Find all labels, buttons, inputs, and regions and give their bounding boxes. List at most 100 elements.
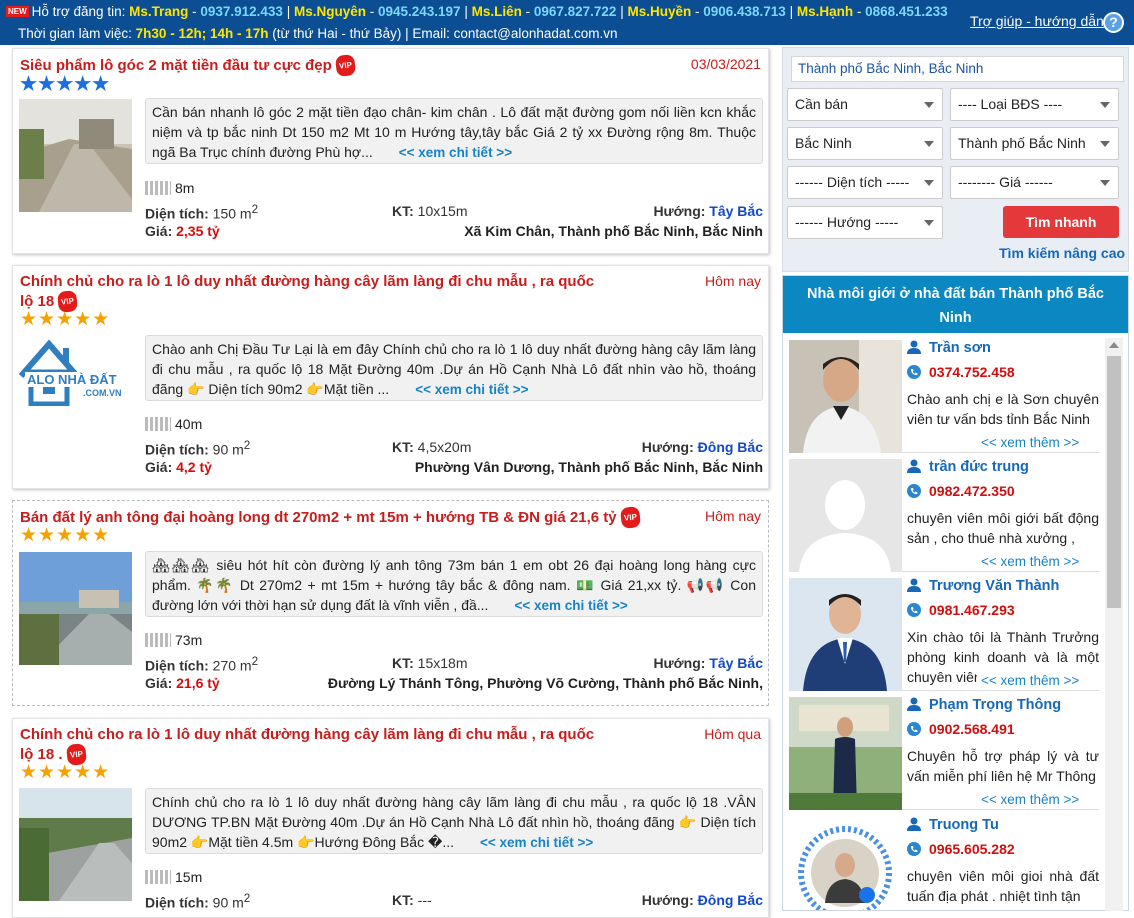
road-width: 8m: [145, 180, 194, 196]
direction-select[interactable]: ------ Hướng -----: [787, 206, 943, 239]
location-input[interactable]: Thành phố Bắc Ninh, Bắc Ninh: [791, 56, 1124, 82]
broker-more-link[interactable]: << xem thêm >>: [977, 435, 1086, 450]
broker-phone[interactable]: 0982.472.350: [907, 483, 1015, 499]
advanced-search-link[interactable]: Tìm kiếm nâng cao: [999, 245, 1125, 261]
broker-avatar[interactable]: [789, 817, 902, 910]
listing-description: 🏘🏘🏘 siêu hót hít còn đường lý anh tông 7…: [145, 551, 763, 617]
listing-address: Xã Kim Chân, Thành phố Bắc Ninh, Bắc Nin…: [464, 223, 763, 239]
broker-phone[interactable]: 0981.467.293: [907, 602, 1015, 618]
vip-badge: VIP: [334, 54, 356, 77]
broker-more-link[interactable]: << xem thêm >>: [977, 792, 1086, 807]
listing-description: Chính chủ cho ra lò 1 lô duy nhất đường …: [145, 788, 763, 854]
contact-name: Ms.Trang: [129, 4, 189, 19]
broker-item[interactable]: Trương Văn Thành 0981.467.293 Xin chào t…: [789, 578, 1099, 691]
area-select[interactable]: ------ Diện tích -----: [787, 166, 943, 199]
broker-more-link[interactable]: << xem thêm >>: [977, 554, 1086, 569]
listing-info-row: Diện tích: 90 m2 KT: 4,5x20m Hướng: Đông…: [145, 439, 763, 458]
listing-date: Hôm qua: [704, 726, 761, 742]
listing-thumbnail[interactable]: [19, 552, 132, 665]
phone-icon: [907, 722, 921, 736]
transaction-select[interactable]: Cần bán: [787, 88, 943, 121]
listing-card[interactable]: Chính chủ cho ra lò 1 lô duy nhất đường …: [12, 718, 769, 918]
district-select[interactable]: Thành phố Bắc Ninh: [950, 127, 1119, 160]
quick-search-button[interactable]: Tìm nhanh: [1003, 206, 1119, 238]
broker-scrollbar[interactable]: [1105, 338, 1123, 911]
broker-phone[interactable]: 0902.568.491: [907, 721, 1015, 737]
broker-description: chuyên viên môi gioi nhà đất tuấn địa ph…: [907, 868, 1099, 904]
broker-item[interactable]: Phạm Trọng Thông 0902.568.491 Chuyên hỗ …: [789, 697, 1099, 810]
rating-stars: ★★★★★: [20, 762, 111, 783]
listing-price-row: Giá: 2,35 tỷ Xã Kim Chân, Thành phố Bắc …: [145, 223, 763, 239]
vip-badge: VIP: [619, 506, 641, 529]
new-badge: NEW: [6, 6, 29, 17]
broker-avatar[interactable]: [789, 697, 902, 810]
broker-avatar[interactable]: [789, 340, 902, 453]
listing-date: 03/03/2021: [690, 56, 761, 72]
broker-phone[interactable]: 0374.752.458: [907, 364, 1015, 380]
help-icon[interactable]: ?: [1103, 12, 1124, 33]
contact-name: Ms.Huyền: [627, 4, 692, 19]
listing-thumbnail[interactable]: ALO NHÀ ĐẤT .COM.VN: [19, 334, 132, 447]
contact-name: Ms.Liên: [471, 4, 522, 19]
listing-price-row: Giá: 4,2 tỷ Phường Vân Dương, Thành phố …: [145, 459, 763, 475]
direction-value: Đông Bắc: [697, 892, 763, 908]
broker-name[interactable]: trần đức trung: [907, 459, 1029, 475]
broker-more-link[interactable]: << xem thêm >>: [977, 673, 1086, 688]
listing-thumbnail[interactable]: [19, 788, 132, 901]
view-detail-link[interactable]: << xem chi tiết >>: [514, 598, 627, 613]
area-value: 90 m: [212, 894, 244, 911]
listing-card[interactable]: Bán đất lý anh tông đại hoàng long dt 27…: [12, 500, 769, 706]
scroll-up-arrow-icon[interactable]: [1109, 342, 1119, 348]
broker-name[interactable]: Phạm Trọng Thông: [907, 697, 1061, 713]
listing-thumbnail[interactable]: [19, 99, 132, 212]
road-width-icon: [145, 417, 171, 431]
user-icon: [907, 817, 921, 831]
listing-title[interactable]: Siêu phẩm lô góc 2 mặt tiền đầu tư cực đ…: [20, 54, 610, 77]
price-select[interactable]: -------- Giá ------: [950, 166, 1119, 199]
view-detail-link[interactable]: << xem chi tiết >>: [399, 145, 512, 160]
contact-phone[interactable]: 0945.243.197: [378, 4, 461, 19]
view-detail-link[interactable]: << xem chi tiết >>: [480, 835, 593, 850]
rating-stars: ★★★★★: [20, 309, 111, 330]
listing-date: Hôm nay: [704, 273, 761, 289]
phone-icon: [907, 365, 921, 379]
listing-title[interactable]: Chính chủ cho ra lò 1 lô duy nhất đường …: [20, 272, 610, 313]
support-line: NEW Hỗ trợ đăng tin: Ms.Trang - 0937.912.…: [6, 4, 948, 19]
user-icon: [907, 697, 921, 711]
listing-title[interactable]: Chính chủ cho ra lò 1 lô duy nhất đường …: [20, 725, 610, 766]
broker-phone[interactable]: 0965.605.282: [907, 841, 1015, 857]
contact-phone[interactable]: 0967.827.722: [534, 4, 617, 19]
hours-line: Thời gian làm việc: 7h30 - 12h; 14h - 17…: [18, 26, 617, 41]
broker-item[interactable]: trần đức trung 0982.472.350 chuyên viên …: [789, 459, 1099, 572]
property-type-select[interactable]: ---- Loại BĐS ----: [950, 88, 1119, 121]
scrollbar-thumb[interactable]: [1107, 356, 1121, 608]
contact-phone[interactable]: 0868.451.233: [865, 4, 948, 19]
area-value: 270 m: [212, 657, 252, 674]
broker-name[interactable]: Trần sơn: [907, 340, 991, 356]
chevron-down-icon: [924, 141, 934, 147]
listing-address: Đường Lý Thánh Tông, Phường Võ Cường, Th…: [327, 675, 763, 691]
rating-stars: ★★★★★: [20, 525, 111, 546]
province-select[interactable]: Bắc Ninh: [787, 127, 943, 160]
direction-value: Tây Bắc: [709, 203, 763, 219]
listing-card[interactable]: Siêu phẩm lô góc 2 mặt tiền đầu tư cực đ…: [12, 48, 769, 254]
hours-value: 7h30 - 12h; 14h - 17h: [135, 26, 269, 41]
help-link[interactable]: Trợ giúp - hướng dẫn: [970, 13, 1104, 29]
broker-name[interactable]: Trương Văn Thành: [907, 578, 1059, 594]
contact-phone[interactable]: 0937.912.433: [200, 4, 283, 19]
listing-info-row: Diện tích: 90 m2 KT: --- Hướng: Đông Bắc: [145, 892, 763, 911]
chevron-down-icon: [1100, 102, 1110, 108]
contact-phone[interactable]: 0906.438.713: [703, 4, 786, 19]
view-detail-link[interactable]: << xem chi tiết >>: [415, 382, 528, 397]
broker-avatar[interactable]: [789, 459, 902, 572]
broker-avatar[interactable]: [789, 578, 902, 691]
listing-address: Phường Vân Dương, Thành phố Bắc Ninh, Bắ…: [414, 459, 763, 475]
listing-title[interactable]: Bán đất lý anh tông đại hoàng long dt 27…: [20, 506, 660, 529]
broker-name[interactable]: Truong Tu: [907, 817, 999, 833]
broker-item[interactable]: Trần sơn 0374.752.458 Chào anh chị e là …: [789, 340, 1099, 453]
top-support-bar: NEW Hỗ trợ đăng tin: Ms.Trang - 0937.912.…: [0, 0, 1134, 45]
search-panel: Thành phố Bắc Ninh, Bắc Ninh Cần bán ---…: [782, 47, 1129, 272]
broker-item[interactable]: Truong Tu 0965.605.282 chuyên viên môi g…: [789, 817, 1099, 910]
road-width: 15m: [145, 869, 202, 885]
listing-card[interactable]: Chính chủ cho ra lò 1 lô duy nhất đường …: [12, 265, 769, 489]
